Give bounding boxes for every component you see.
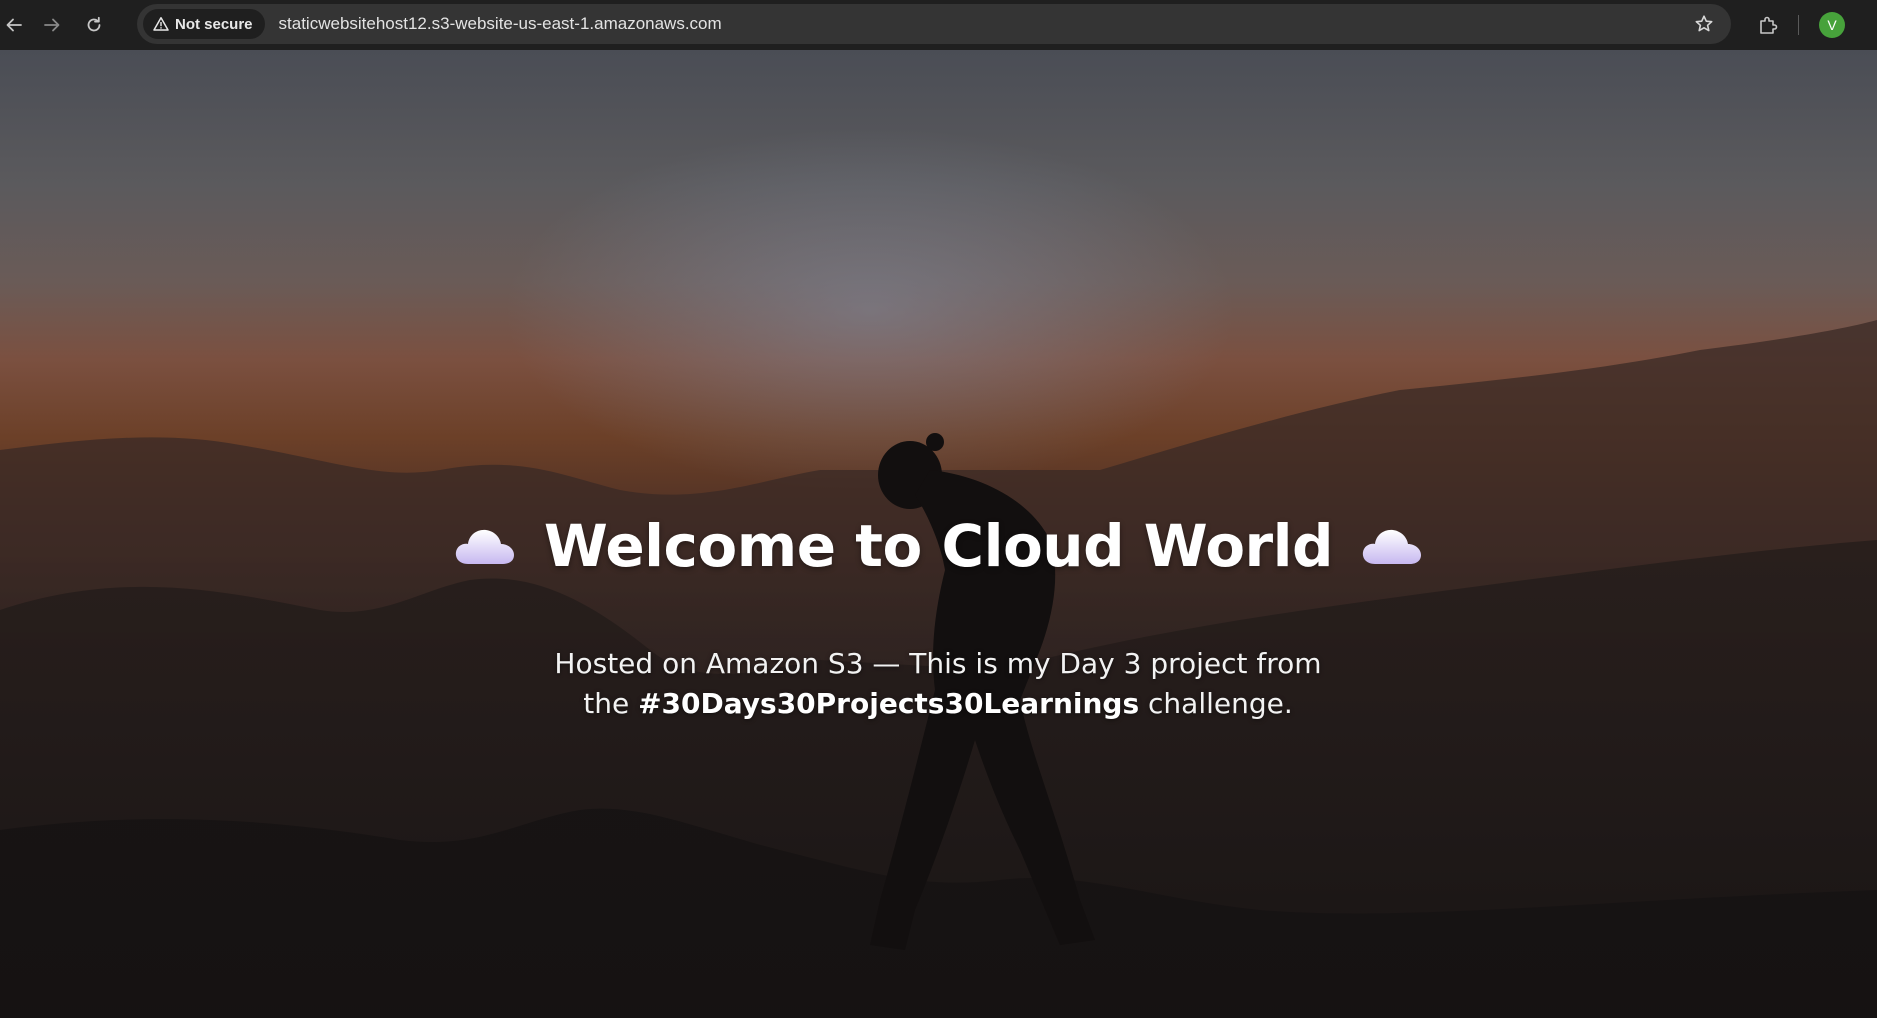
reload-icon bbox=[87, 16, 101, 32]
page-subtitle: Hosted on Amazon S3 — This is my Day 3 p… bbox=[538, 644, 1338, 724]
arrow-left-icon bbox=[6, 18, 22, 32]
cloud-icon bbox=[1362, 529, 1422, 564]
toolbar-divider bbox=[1798, 15, 1799, 35]
bookmark-button[interactable] bbox=[1689, 9, 1719, 39]
challenge-hashtag: #30Days30Projects30Learnings bbox=[638, 687, 1140, 720]
arrow-right-icon bbox=[44, 18, 60, 32]
extensions-button[interactable] bbox=[1751, 8, 1785, 42]
page-viewport: Welcome to Cloud World Hosted on Amazon … bbox=[0, 50, 1877, 1018]
security-label: Not secure bbox=[175, 15, 253, 33]
address-bar[interactable]: Not secure staticwebsitehost12.s3-websit… bbox=[137, 4, 1731, 44]
security-indicator-button[interactable]: Not secure bbox=[143, 9, 265, 39]
reload-button[interactable] bbox=[76, 7, 112, 43]
star-icon bbox=[1695, 15, 1713, 32]
warning-triangle-icon bbox=[153, 17, 169, 31]
back-button[interactable] bbox=[0, 7, 32, 43]
forward-button[interactable] bbox=[34, 7, 70, 43]
hero-section: Welcome to Cloud World Hosted on Amazon … bbox=[0, 50, 1877, 1018]
cloud-icon bbox=[455, 529, 514, 564]
puzzle-icon bbox=[1760, 16, 1778, 34]
hero-title-row: Welcome to Cloud World bbox=[0, 512, 1877, 580]
subtitle-text-end: challenge. bbox=[1139, 687, 1293, 720]
profile-avatar[interactable]: V bbox=[1819, 12, 1845, 38]
browser-toolbar: Not secure staticwebsitehost12.s3-websit… bbox=[0, 0, 1877, 50]
url-text[interactable]: staticwebsitehost12.s3-website-us-east-1… bbox=[279, 14, 722, 34]
page-title: Welcome to Cloud World bbox=[543, 512, 1334, 580]
